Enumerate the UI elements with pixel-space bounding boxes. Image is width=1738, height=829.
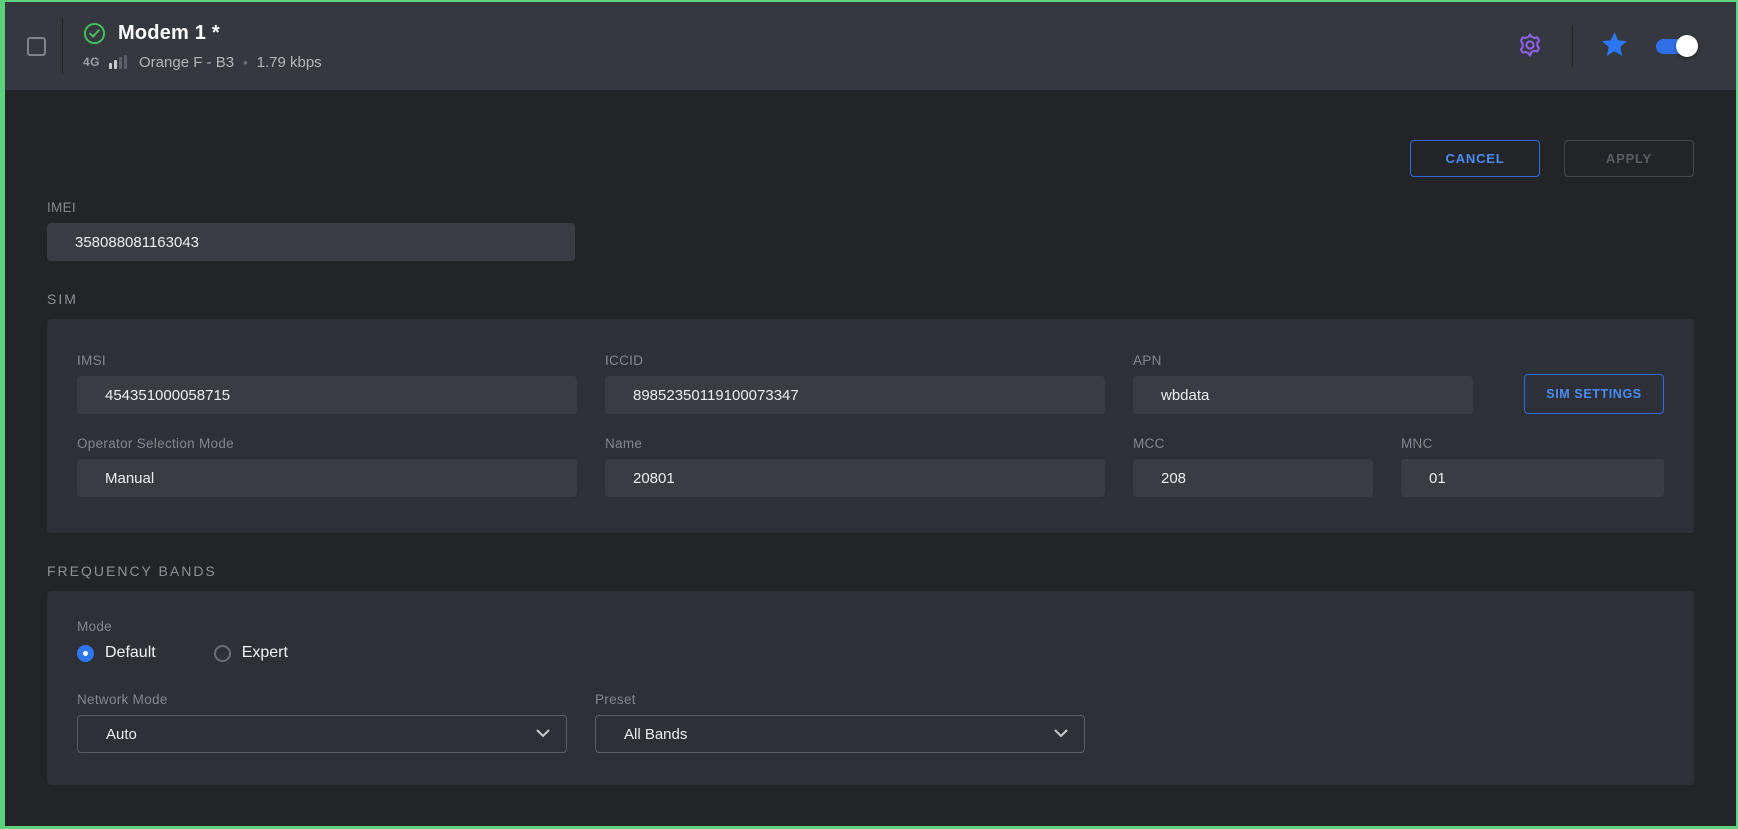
preset-select[interactable]: All Bands: [595, 715, 1085, 753]
preset-value: All Bands: [624, 726, 687, 743]
frequency-bands-section-label: FREQUENCY BANDS: [47, 563, 1694, 579]
frequency-bands-card: Mode Default Expert Network Mode: [47, 591, 1694, 785]
network-mode-value: Auto: [106, 726, 137, 743]
mnc-field: MNC: [1401, 436, 1664, 497]
signal-bars-icon: [109, 55, 127, 69]
sim-card: IMSI ICCID APN SIM SETTINGS Operator Sel…: [47, 319, 1694, 533]
imei-input[interactable]: [47, 223, 575, 261]
modem-header: Modem 1 * 4G Orange F - B3 • 1.79 kbps: [5, 2, 1736, 90]
mnc-input[interactable]: [1401, 459, 1664, 497]
mcc-label: MCC: [1133, 436, 1373, 451]
status-separator: •: [243, 55, 248, 70]
modem-panel: Modem 1 * 4G Orange F - B3 • 1.79 kbps: [0, 0, 1738, 829]
mode-radio-group: Default Expert: [77, 642, 1664, 664]
header-right-divider: [1572, 25, 1573, 67]
name-field: Name: [605, 436, 1105, 497]
network-mode-select[interactable]: Auto: [77, 715, 567, 753]
iccid-label: ICCID: [605, 353, 1105, 368]
modem-settings-body: CANCEL APPLY IMEI SIM IMSI ICCID APN: [5, 90, 1736, 826]
mode-label: Mode: [77, 619, 1664, 634]
toggle-knob: [1676, 35, 1698, 57]
throughput-label: 1.79 kbps: [257, 54, 322, 71]
modem-enable-toggle[interactable]: [1656, 39, 1696, 54]
mode-option-label: Default: [105, 644, 156, 662]
network-mode-field: Network Mode Auto: [77, 692, 567, 753]
chevron-down-icon: [536, 725, 550, 743]
iccid-field: ICCID: [605, 353, 1105, 414]
imei-field: IMEI: [47, 200, 575, 261]
apn-input[interactable]: [1133, 376, 1473, 414]
mode-option-label: Expert: [242, 644, 288, 662]
sim-settings-button[interactable]: SIM SETTINGS: [1524, 374, 1664, 414]
mode-field: Mode Default Expert: [77, 619, 1664, 664]
mcc-field: MCC: [1133, 436, 1373, 497]
modem-select-checkbox[interactable]: [27, 37, 46, 56]
network-type-label: 4G: [83, 55, 100, 69]
form-actions: CANCEL APPLY: [47, 140, 1694, 177]
mode-radio-default[interactable]: Default: [77, 644, 156, 662]
settings-button[interactable]: [1516, 31, 1544, 62]
network-mode-label: Network Mode: [77, 692, 567, 707]
radio-selected-icon: [77, 645, 94, 662]
name-input[interactable]: [605, 459, 1105, 497]
imsi-input[interactable]: [77, 376, 577, 414]
sim-section-label: SIM: [47, 291, 1694, 307]
radio-unselected-icon: [214, 645, 231, 662]
header-divider: [62, 18, 63, 74]
chevron-down-icon: [1054, 725, 1068, 743]
operator-label: Orange F - B3: [139, 54, 234, 71]
imei-label: IMEI: [47, 200, 575, 215]
apply-button[interactable]: APPLY: [1564, 140, 1694, 177]
modem-title: Modem 1 *: [118, 22, 220, 45]
apn-field: APN: [1133, 353, 1473, 414]
mode-radio-expert[interactable]: Expert: [214, 644, 288, 662]
operator-selection-mode-input[interactable]: [77, 459, 577, 497]
operator-selection-mode-field: Operator Selection Mode: [77, 436, 577, 497]
imsi-field: IMSI: [77, 353, 577, 414]
mcc-input[interactable]: [1133, 459, 1373, 497]
iccid-input[interactable]: [605, 376, 1105, 414]
star-icon: [1601, 32, 1628, 61]
apn-label: APN: [1133, 353, 1473, 368]
name-label: Name: [605, 436, 1105, 451]
check-circle-icon: [83, 22, 106, 45]
modem-title-block: Modem 1 * 4G Orange F - B3 • 1.79 kbps: [83, 22, 322, 71]
preset-field: Preset All Bands: [595, 692, 1085, 753]
gear-icon: [1516, 31, 1544, 62]
favorite-button[interactable]: [1601, 32, 1628, 61]
preset-label: Preset: [595, 692, 1085, 707]
imsi-label: IMSI: [77, 353, 577, 368]
operator-selection-mode-label: Operator Selection Mode: [77, 436, 577, 451]
mnc-label: MNC: [1401, 436, 1664, 451]
cancel-button[interactable]: CANCEL: [1410, 140, 1540, 177]
modem-status-row: 4G Orange F - B3 • 1.79 kbps: [83, 54, 322, 71]
